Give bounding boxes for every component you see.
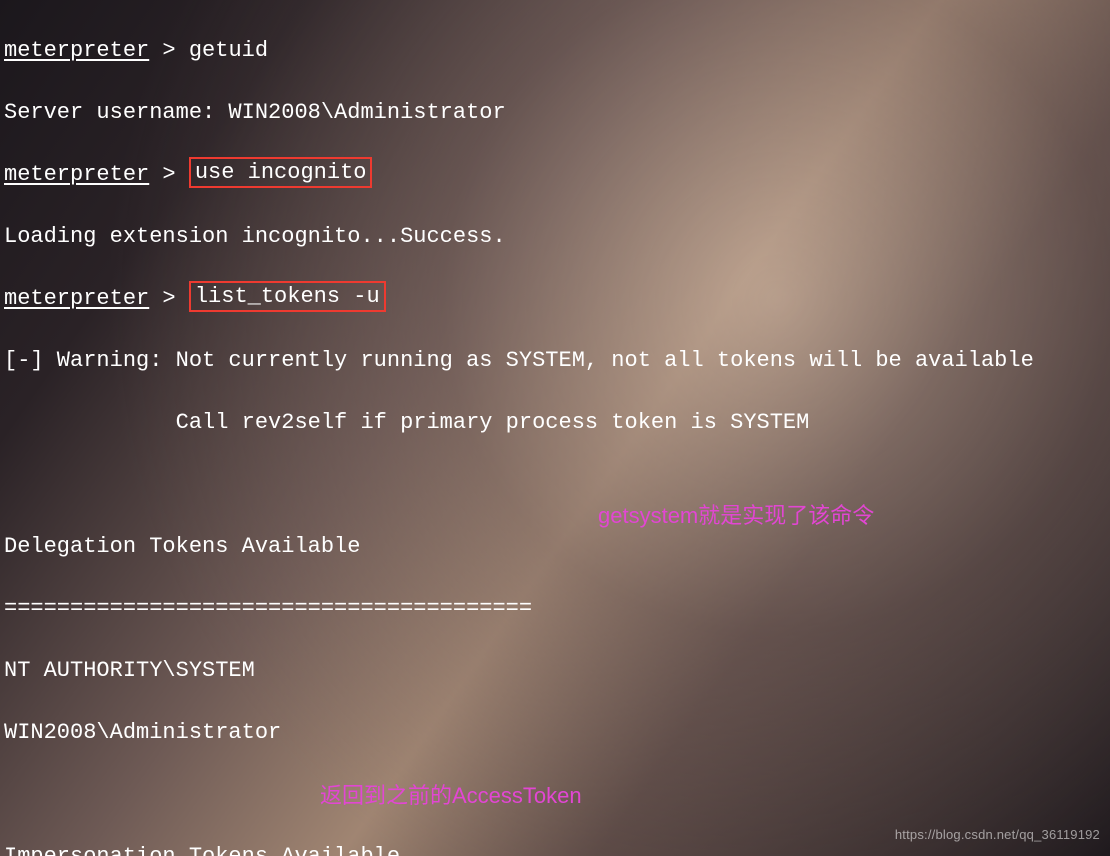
output-line: Call rev2self if primary process token i… <box>4 407 1106 438</box>
terminal-output: meterpreter > getuid Server username: WI… <box>0 0 1110 856</box>
annotation-getsystem: getsystem就是实现了该命令 <box>598 500 874 531</box>
output-line: WIN2008\Administrator <box>4 717 1106 748</box>
highlight-use-incognito: use incognito <box>189 157 373 188</box>
highlight-list-tokens: list_tokens -u <box>189 281 386 312</box>
output-line: ======================================== <box>4 593 1106 624</box>
output-line: Server username: WIN2008\Administrator <box>4 97 1106 128</box>
prompt: meterpreter <box>4 38 149 63</box>
output-line: Loading extension incognito...Success. <box>4 221 1106 252</box>
prompt: meterpreter <box>4 286 149 311</box>
annotation-rev2self: 返回到之前的AccessToken <box>320 780 582 811</box>
output-line: NT AUTHORITY\SYSTEM <box>4 655 1106 686</box>
blank-line <box>4 469 1106 500</box>
prompt-sep: > <box>149 38 189 63</box>
output-line: Delegation Tokens Available <box>4 531 1106 562</box>
output-line: [-] Warning: Not currently running as SY… <box>4 345 1106 376</box>
watermark: https://blog.csdn.net/qq_36119192 <box>895 819 1100 850</box>
prompt: meterpreter <box>4 162 149 187</box>
prompt-sep: > <box>149 286 189 311</box>
cmd-getuid: getuid <box>189 38 268 63</box>
prompt-sep: > <box>149 162 189 187</box>
